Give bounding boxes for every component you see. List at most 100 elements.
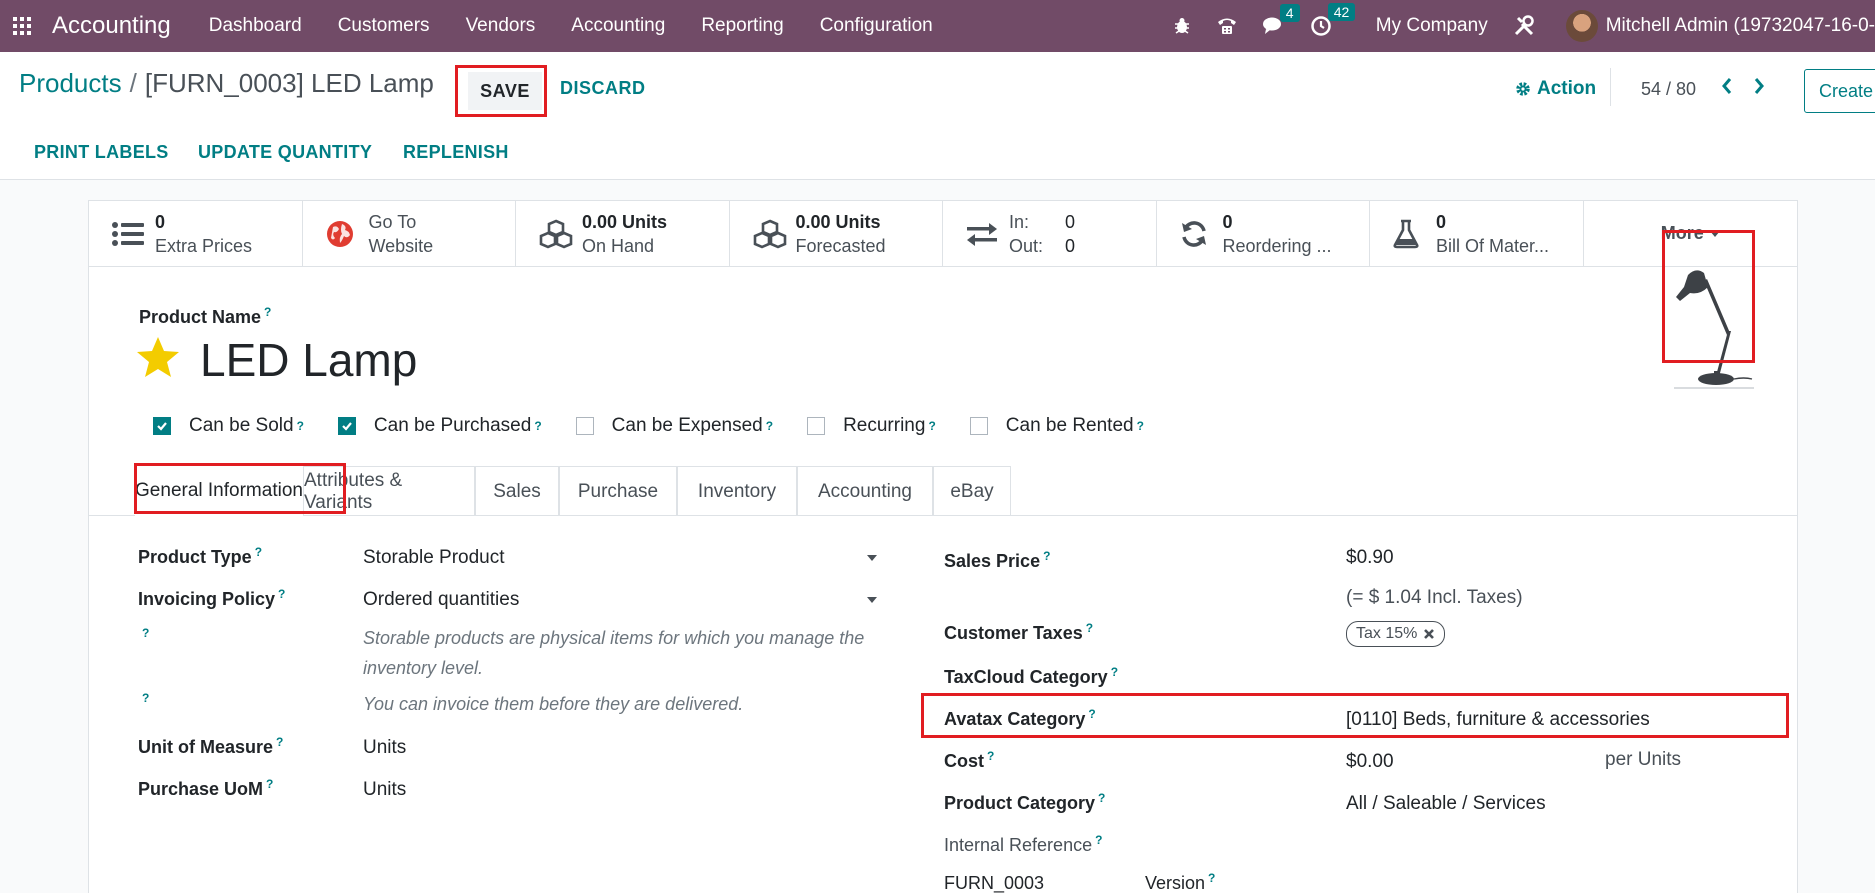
help-tooltip-icon[interactable]: ? — [266, 777, 273, 791]
internal-reference-input[interactable]: FURN_0003 — [944, 873, 1044, 893]
invoicing-policy-select[interactable]: Ordered quantities — [363, 589, 519, 611]
help-tooltip-icon[interactable]: ? — [142, 626, 149, 640]
reordering-rules-button[interactable]: 0 Reordering ... — [1157, 201, 1370, 266]
flask-icon — [1392, 219, 1432, 249]
product-type-dropdown-caret-icon[interactable] — [867, 555, 877, 561]
forecasted-button[interactable]: 0.00 Units Forecasted — [730, 201, 943, 266]
menu-dashboard[interactable]: Dashboard — [191, 15, 320, 37]
in-label: In: — [1009, 211, 1030, 232]
control-divider — [1610, 68, 1611, 106]
product-category-input[interactable]: All / Saleable / Services — [1346, 793, 1546, 815]
help-tooltip-icon[interactable]: ? — [278, 587, 285, 601]
can-be-purchased-checkbox[interactable] — [337, 417, 356, 435]
avatax-category-highlight-box — [921, 693, 1789, 738]
general-information-tab-highlight-box — [134, 463, 346, 514]
debug-bug-icon[interactable] — [1172, 16, 1192, 36]
help-tooltip-icon[interactable]: ? — [1111, 665, 1118, 679]
menu-vendors[interactable]: Vendors — [448, 15, 554, 37]
help-tooltip-icon[interactable]: ? — [1095, 833, 1102, 847]
settings-tools-icon[interactable] — [1512, 14, 1536, 38]
bill-of-materials-button[interactable]: 0 Bill Of Mater... — [1370, 201, 1584, 266]
on-hand-label: On Hand — [582, 235, 655, 256]
recurring-checkbox[interactable] — [807, 417, 826, 435]
menu-configuration[interactable]: Configuration — [802, 15, 951, 37]
can-be-rented-checkbox[interactable] — [969, 417, 988, 435]
go-to-website-button[interactable]: Go To Website — [303, 201, 516, 266]
help-tooltip-icon[interactable]: ? — [1137, 419, 1144, 433]
help-tooltip-icon[interactable]: ? — [987, 749, 994, 763]
discard-button[interactable]: DISCARD — [560, 78, 646, 99]
sales-price-label-text: Sales Price — [944, 551, 1041, 571]
tax-tag[interactable]: Tax 15% — [1346, 621, 1446, 647]
can-be-rented-option[interactable]: Can be Rented? — [969, 415, 1144, 437]
can-be-sold-option[interactable]: Can be Sold? — [153, 415, 304, 437]
tab-accounting[interactable]: Accounting — [797, 466, 933, 516]
help-tooltip-icon[interactable]: ? — [255, 545, 262, 559]
recurring-option[interactable]: Recurring? — [807, 415, 936, 437]
pager-next-icon[interactable] — [1752, 76, 1766, 102]
phone-icon[interactable] — [1216, 16, 1238, 36]
tab-sales[interactable]: Sales — [475, 466, 559, 516]
gear-icon — [1516, 82, 1530, 96]
out-value: 0 — [1065, 235, 1076, 256]
menu-reporting[interactable]: Reporting — [683, 15, 801, 37]
help-tooltip-icon[interactable]: ? — [766, 419, 773, 433]
action-menu-button[interactable]: Action — [1514, 78, 1596, 100]
save-highlight-box — [455, 65, 547, 117]
product-name-input[interactable]: LED Lamp — [200, 333, 417, 387]
print-labels-button[interactable]: PRINT LABELS — [34, 142, 169, 163]
extra-prices-count: 0 — [155, 211, 166, 232]
product-category-field-label: Product Category? — [944, 791, 1105, 814]
help-tooltip-icon[interactable]: ? — [1098, 791, 1105, 805]
on-hand-button[interactable]: 0.00 Units On Hand — [516, 201, 730, 266]
invoicing-policy-field-label: Invoicing Policy? — [138, 587, 285, 610]
help-tooltip-icon[interactable]: ? — [264, 305, 271, 319]
can-be-sold-checkbox[interactable] — [153, 417, 171, 435]
can-be-expensed-checkbox[interactable] — [575, 417, 594, 435]
invoicing-policy-dropdown-caret-icon[interactable] — [867, 597, 877, 603]
favorite-star-icon[interactable] — [135, 335, 181, 385]
tax-tag-label: Tax 15% — [1356, 625, 1418, 642]
unit-of-measure-input[interactable]: Units — [363, 737, 406, 759]
tag-remove-icon[interactable] — [1423, 628, 1435, 640]
user-menu[interactable]: Mitchell Admin (19732047-16-0- — [1606, 15, 1875, 37]
update-quantity-button[interactable]: UPDATE QUANTITY — [198, 142, 372, 163]
list-icon — [111, 220, 151, 248]
tab-inventory[interactable]: Inventory — [677, 466, 797, 516]
breadcrumb-products[interactable]: Products — [19, 68, 122, 98]
menu-accounting[interactable]: Accounting — [553, 15, 683, 37]
help-tooltip-icon[interactable]: ? — [1086, 621, 1093, 635]
user-avatar[interactable] — [1565, 10, 1598, 42]
activity-clock-icon[interactable]: 42 — [1310, 3, 1356, 37]
help-tooltip-icon[interactable]: ? — [1043, 549, 1050, 563]
help-tooltip-icon[interactable]: ? — [534, 419, 541, 433]
forecasted-quantity: 0.00 Units — [795, 211, 881, 232]
pager-value[interactable]: 54 / 80 — [1641, 79, 1696, 100]
product-type-select[interactable]: Storable Product — [363, 547, 505, 569]
purchase-uom-input[interactable]: Units — [363, 779, 406, 801]
in-out-button[interactable]: In: 0 Out: 0 — [943, 201, 1157, 266]
cost-input[interactable]: $0.00 — [1346, 751, 1394, 773]
messages-icon[interactable]: 4 — [1262, 4, 1300, 36]
help-tooltip-icon[interactable]: ? — [276, 735, 283, 749]
sales-price-input[interactable]: $0.90 — [1346, 547, 1394, 569]
app-brand[interactable]: Accounting — [52, 12, 171, 40]
help-tooltip-icon[interactable]: ? — [1208, 871, 1215, 885]
create-button[interactable]: Create — [1804, 69, 1875, 113]
company-switcher[interactable]: My Company — [1376, 15, 1488, 37]
breadcrumb-current: [FURN_0003] LED Lamp — [144, 68, 434, 98]
can-be-purchased-option[interactable]: Can be Purchased? — [337, 415, 542, 437]
help-tooltip-icon[interactable]: ? — [142, 691, 149, 705]
tab-ebay[interactable]: eBay — [933, 466, 1011, 516]
help-tooltip-icon[interactable]: ? — [928, 419, 935, 433]
menu-customers[interactable]: Customers — [320, 15, 448, 37]
extra-prices-button[interactable]: 0 Extra Prices — [89, 201, 303, 266]
messages-badge: 4 — [1279, 4, 1300, 22]
tab-purchase[interactable]: Purchase — [559, 466, 677, 516]
website-line2: Website — [368, 235, 434, 256]
help-tooltip-icon[interactable]: ? — [297, 419, 304, 433]
replenish-button[interactable]: REPLENISH — [403, 142, 509, 163]
apps-menu-icon[interactable] — [0, 0, 44, 52]
pager-previous-icon[interactable] — [1720, 76, 1734, 102]
can-be-expensed-option[interactable]: Can be Expensed? — [575, 415, 773, 437]
